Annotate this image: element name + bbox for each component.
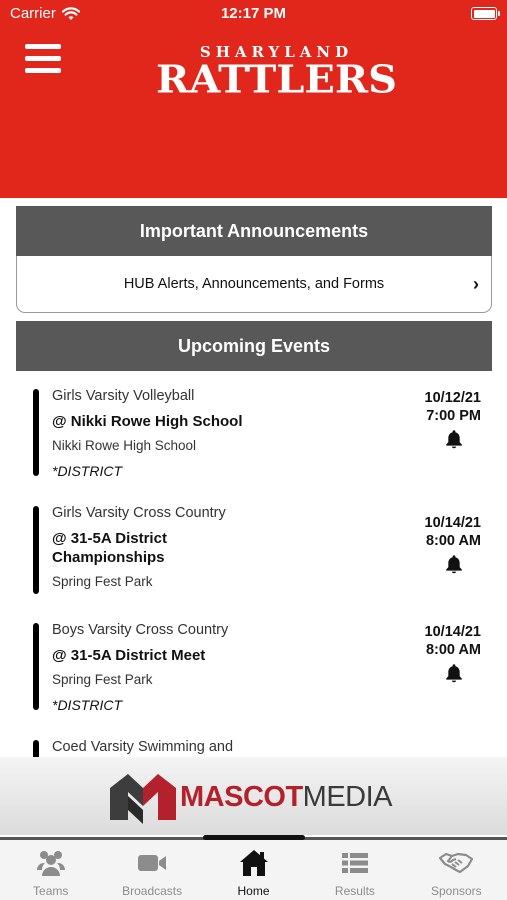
bell-icon[interactable] <box>443 428 465 450</box>
bell-icon[interactable] <box>443 553 465 575</box>
event-time: 8:00 AM <box>425 533 481 549</box>
event-tag: *DISTRICT <box>52 463 122 479</box>
bell-icon[interactable] <box>443 662 465 684</box>
event-accent-bar <box>33 389 39 476</box>
event-item[interactable]: Girls Varsity Volleyball @ Nikki Rowe Hi… <box>16 386 492 481</box>
event-team: Boys Varsity Cross Country <box>52 622 229 638</box>
events-title: Upcoming Events <box>16 321 492 371</box>
sponsor-name: MASCOTMEDIA <box>180 781 393 814</box>
tab-label: Results <box>334 884 375 898</box>
event-time: 8:00 AM <box>425 642 481 658</box>
event-info: Girls Varsity Volleyball @ Nikki Rowe Hi… <box>52 386 382 481</box>
home-icon <box>239 850 268 876</box>
event-venue: @ 31-5A District Championships <box>52 530 167 566</box>
event-team: Girls Varsity Volleyball <box>52 388 195 404</box>
event-place: Spring Fest Park <box>52 574 153 589</box>
status-bar: Carrier 12:17 PM <box>0 0 507 30</box>
announcements-title: Important Announcements <box>16 206 492 256</box>
hub-alerts-row[interactable]: HUB Alerts, Announcements, and Forms › <box>16 256 492 313</box>
sponsor-name-part2: MEDIA <box>302 781 393 813</box>
announcements-card: Important Announcements HUB Alerts, Anno… <box>16 206 492 313</box>
hub-alerts-label: HUB Alerts, Announcements, and Forms <box>123 276 385 292</box>
event-info: Boys Varsity Cross Country @ 31-5A Distr… <box>52 620 382 715</box>
event-team: Girls Varsity Cross Country <box>52 505 226 521</box>
event-venue: @ 31-5A District Meet <box>52 647 206 664</box>
event-item[interactable]: Boys Varsity Cross Country @ 31-5A Distr… <box>16 620 492 715</box>
chevron-right-icon: › <box>473 274 479 294</box>
event-place: Nikki Rowe High School <box>52 438 197 453</box>
logo-mascot-name: RATTLERS <box>156 57 397 102</box>
battery-icon <box>471 7 500 20</box>
event-item[interactable]: Girls Varsity Cross Country @ 31-5A Dist… <box>16 503 492 595</box>
event-when: 10/14/21 8:00 AM <box>391 514 481 575</box>
event-item[interactable]: Coed Varsity Swimming and <box>16 737 492 757</box>
sponsor-name-part1: MASCOT <box>180 781 303 813</box>
tab-broadcasts[interactable]: Broadcasts <box>101 840 202 900</box>
event-date: 10/12/21 <box>424 390 481 406</box>
event-when: 10/12/21 7:00 PM <box>391 389 481 450</box>
tab-label: Home <box>237 884 270 898</box>
list-icon <box>341 853 368 873</box>
tab-home[interactable]: Home <box>203 840 304 900</box>
tab-teams[interactable]: Teams <box>0 840 101 900</box>
event-accent-bar <box>33 623 39 710</box>
tab-results[interactable]: Results <box>304 840 405 900</box>
event-team: Coed Varsity Swimming and <box>52 739 234 755</box>
event-when: 10/14/21 8:00 AM <box>391 623 481 684</box>
event-date: 10/14/21 <box>424 515 481 531</box>
tab-bar: Teams Broadcasts Home Results Sponsors <box>0 840 507 900</box>
events-card: Upcoming Events <box>16 321 492 371</box>
handshake-icon <box>439 852 474 874</box>
people-icon <box>36 851 65 876</box>
event-accent-bar <box>33 740 39 757</box>
event-time: 7:00 PM <box>426 408 481 424</box>
tab-label: Teams <box>33 884 69 898</box>
status-time: 12:17 PM <box>220 5 287 22</box>
event-date: 10/14/21 <box>424 624 481 640</box>
video-camera-icon <box>138 855 167 871</box>
mascot-media-logo-icon <box>110 774 176 824</box>
event-info: Girls Varsity Cross Country @ 31-5A Dist… <box>52 503 382 592</box>
event-tag: *DISTRICT <box>52 697 122 713</box>
sponsor-banner[interactable]: MASCOTMEDIA <box>0 757 507 835</box>
tab-label: Broadcasts <box>122 884 183 898</box>
event-venue: @ Nikki Rowe High School <box>52 413 243 430</box>
tab-sponsors[interactable]: Sponsors <box>406 840 507 900</box>
event-place: Spring Fest Park <box>52 672 153 687</box>
app-header: Carrier 12:17 PM SHARYLAND RATTLERS <box>0 0 507 198</box>
event-info: Coed Varsity Swimming and <box>52 737 382 757</box>
tab-label: Sponsors <box>430 884 482 898</box>
event-accent-bar <box>33 506 39 594</box>
